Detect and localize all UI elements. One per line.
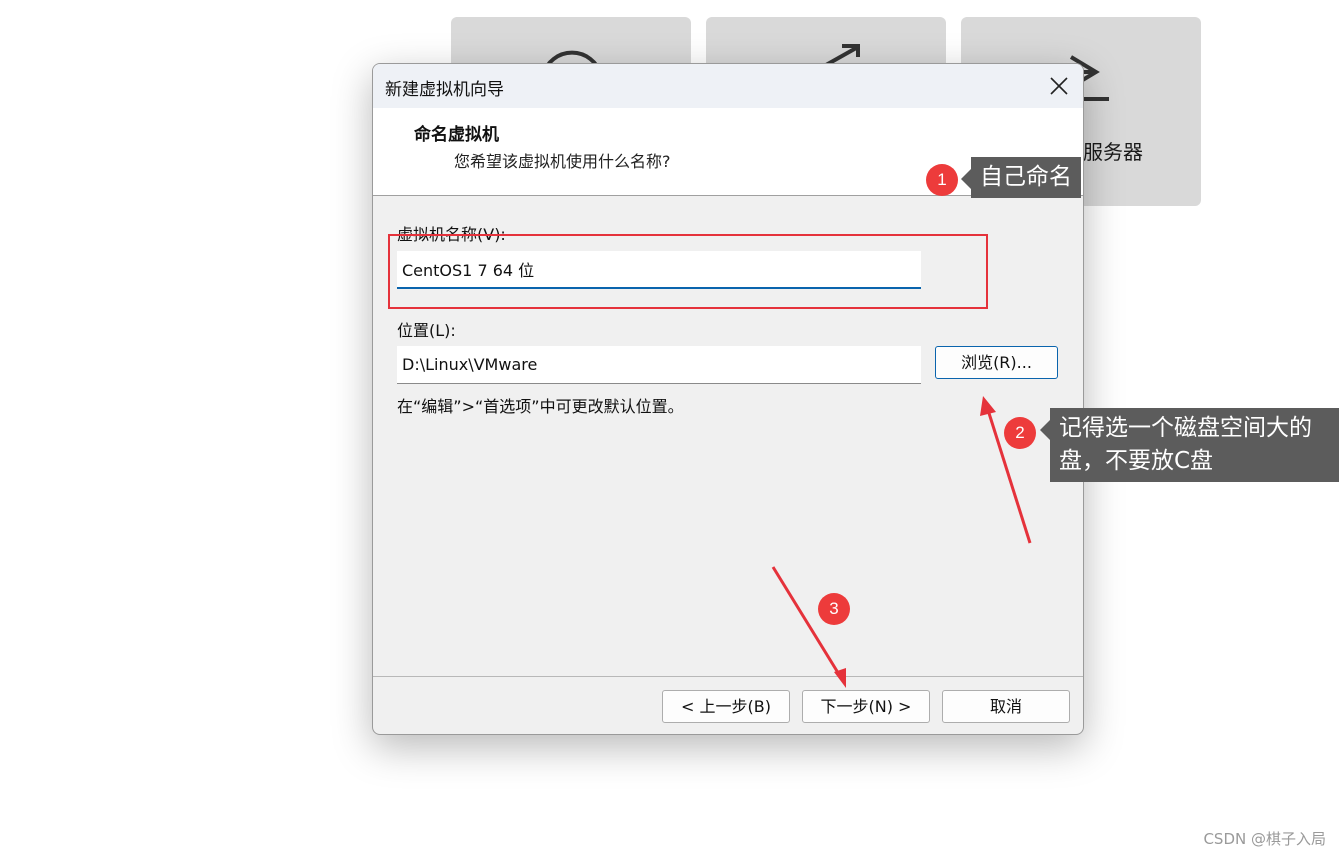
browse-button[interactable]: 浏览(R)...: [935, 346, 1058, 379]
back-button[interactable]: < 上一步(B): [662, 690, 790, 723]
step-badge-3: 3: [818, 593, 850, 625]
close-icon: [1050, 77, 1068, 95]
callout-1-text: 自己命名: [980, 164, 1072, 190]
step-badge-2: 2: [1004, 417, 1036, 449]
callout-2-line1: 记得选一个磁盘空间大的: [1059, 415, 1312, 441]
close-button[interactable]: [1041, 68, 1077, 104]
callout-2-pointer: [1040, 420, 1050, 440]
callout-1-pointer: [961, 169, 971, 189]
next-button[interactable]: 下一步(N) >: [802, 690, 930, 723]
location-input[interactable]: [397, 346, 921, 384]
dialog-footer: < 上一步(B) 下一步(N) > 取消: [373, 676, 1083, 734]
wizard-step-subtitle: 您希望该虚拟机使用什么名称?: [454, 152, 671, 171]
callout-2-line2: 盘，不要放C盘: [1059, 448, 1214, 474]
step-badge-1: 1: [926, 164, 958, 196]
wizard-step-title: 命名虚拟机: [414, 125, 499, 145]
screenshot-stage: 程服务器 新建虚拟机向导 命名虚拟机 您希望该虚拟机使用什么名称? 虚拟机名称(…: [0, 0, 1340, 857]
highlight-box: [388, 234, 988, 309]
dialog-titlebar[interactable]: 新建虚拟机向导: [373, 64, 1083, 108]
cancel-button[interactable]: 取消: [942, 690, 1070, 723]
callout-1: 自己命名: [961, 157, 1081, 198]
dialog-title: 新建虚拟机向导: [385, 80, 504, 100]
watermark: CSDN @棋子入局: [1203, 830, 1326, 848]
callout-2: 记得选一个磁盘空间大的 盘，不要放C盘: [1040, 408, 1339, 482]
location-hint: 在“编辑”>“首选项”中可更改默认位置。: [397, 397, 684, 416]
location-label: 位置(L):: [397, 321, 456, 340]
